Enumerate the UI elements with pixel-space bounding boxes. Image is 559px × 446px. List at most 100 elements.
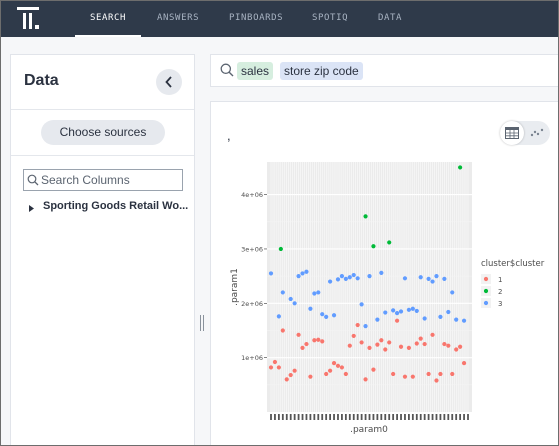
data-point-cluster-3	[367, 274, 372, 279]
data-point-cluster-1	[406, 345, 411, 350]
source-name: Sporting Goods Retail Wo...	[43, 200, 189, 212]
thoughtspot-logo-icon[interactable]	[17, 7, 41, 31]
data-point-cluster-3	[304, 269, 309, 274]
data-point-cluster-1	[343, 371, 348, 377]
x-tick-label	[447, 414, 450, 420]
data-point-cluster-1	[430, 332, 435, 337]
x-tick-label	[368, 414, 371, 420]
x-tick-label	[459, 414, 462, 420]
data-point-cluster-3	[430, 279, 435, 284]
data-point-cluster-3	[335, 277, 341, 282]
panel-resize-handle[interactable]	[199, 315, 205, 331]
x-tick-label	[467, 414, 469, 420]
data-point-cluster-1	[339, 365, 345, 370]
data-point-cluster-3	[296, 274, 301, 279]
data-point-cluster-1	[359, 340, 364, 345]
x-tick-label	[285, 414, 288, 420]
data-point-cluster-1	[304, 341, 309, 347]
data-panel-title: Data	[24, 72, 59, 89]
data-point-cluster-3	[446, 309, 451, 315]
nav-data[interactable]: DATA	[378, 1, 402, 37]
data-point-cluster-1	[418, 336, 423, 341]
data-point-cluster-3	[276, 314, 281, 319]
x-axis-ticks	[270, 414, 469, 420]
data-point-cluster-1	[280, 328, 285, 333]
x-tick-label	[423, 414, 426, 420]
top-nav: SEARCH ANSWERS PINBOARDS SPOTIQ DATA	[1, 1, 558, 37]
data-point-cluster-3	[414, 308, 419, 314]
collapse-panel-button[interactable]	[156, 69, 182, 95]
x-tick-label	[380, 414, 383, 420]
data-point-cluster-1	[328, 368, 333, 373]
data-point-cluster-1	[438, 371, 443, 377]
data-point-cluster-1	[335, 363, 341, 368]
x-tick-label	[455, 414, 458, 420]
data-point-cluster-3	[461, 318, 467, 323]
nav-spotiq[interactable]: SPOTIQ	[312, 1, 348, 37]
y-tick-label: 3e+06	[241, 245, 263, 253]
data-point-cluster-3	[383, 310, 388, 315]
data-point-cluster-3	[300, 271, 305, 276]
data-point-cluster-1	[296, 332, 301, 337]
data-point-cluster-2	[458, 165, 463, 170]
x-tick-label	[309, 414, 312, 420]
data-point-cluster-3	[379, 270, 384, 275]
data-point-cluster-1	[398, 344, 404, 349]
divider	[11, 109, 194, 110]
x-tick-label	[419, 414, 422, 420]
legend-title: cluster$cluster	[481, 259, 545, 269]
data-point-cluster-3	[391, 308, 396, 313]
nav-pinboards[interactable]: PINBOARDS	[229, 1, 283, 37]
x-tick-label	[344, 414, 347, 420]
nav-search[interactable]: SEARCH	[75, 1, 141, 37]
data-point-cluster-1	[422, 341, 427, 347]
data-point-cluster-1	[288, 372, 293, 378]
x-tick-label	[325, 414, 328, 420]
data-point-cluster-3	[359, 302, 364, 307]
x-tick-label	[376, 414, 379, 420]
data-point-cluster-2	[363, 214, 368, 219]
data-point-cluster-1	[446, 343, 451, 348]
x-tick-label	[451, 414, 454, 420]
data-point-cluster-3	[406, 307, 411, 312]
data-point-cluster-1	[375, 342, 380, 347]
search-columns-input[interactable]	[41, 172, 179, 188]
data-panel: Data Choose sources Sporting Goods Retai…	[10, 54, 195, 445]
data-point-cluster-3	[328, 279, 333, 284]
y-axis-label: .param1	[230, 268, 240, 306]
legend-label-2: 2	[498, 288, 502, 296]
nav-answers[interactable]: ANSWERS	[157, 1, 199, 37]
caret-right-icon[interactable]	[29, 205, 34, 212]
search-columns-field[interactable]	[23, 169, 183, 191]
x-tick-label	[317, 414, 320, 420]
x-tick-label	[297, 414, 300, 420]
legend-label-1: 1	[498, 276, 502, 284]
data-point-cluster-3	[339, 274, 345, 279]
search-bar[interactable]: sales store zip code	[210, 54, 558, 87]
choose-sources-button[interactable]: Choose sources	[41, 120, 165, 145]
y-tick-label: 1e+06	[241, 354, 263, 362]
x-tick-label	[348, 414, 351, 420]
scatter-plot: 1e+06 2e+06 3e+06 4e+06 .param0 .param1 clu…	[230, 162, 545, 435]
data-point-cluster-3	[331, 313, 337, 318]
x-axis-label: .param0	[350, 425, 388, 435]
data-point-cluster-3	[418, 275, 423, 280]
data-point-cluster-3	[375, 317, 380, 322]
x-tick-label	[305, 414, 308, 420]
source-tree-item[interactable]: Sporting Goods Retail Wo...	[29, 200, 194, 216]
x-tick-label	[396, 414, 398, 420]
data-point-cluster-1	[347, 343, 352, 348]
data-point-cluster-3	[268, 271, 274, 276]
data-point-cluster-3	[422, 316, 427, 321]
x-tick-label	[337, 414, 339, 420]
data-point-cluster-1	[268, 365, 274, 370]
data-point-cluster-1	[371, 367, 376, 372]
data-point-cluster-1	[300, 345, 305, 350]
data-point-cluster-3	[347, 275, 352, 280]
chevron-left-icon	[165, 76, 172, 88]
x-tick-label	[289, 414, 292, 420]
search-token-store-zip-code[interactable]: store zip code	[280, 62, 363, 80]
data-point-cluster-1	[308, 374, 313, 379]
x-tick-label	[364, 414, 367, 420]
search-token-sales[interactable]: sales	[237, 62, 274, 80]
